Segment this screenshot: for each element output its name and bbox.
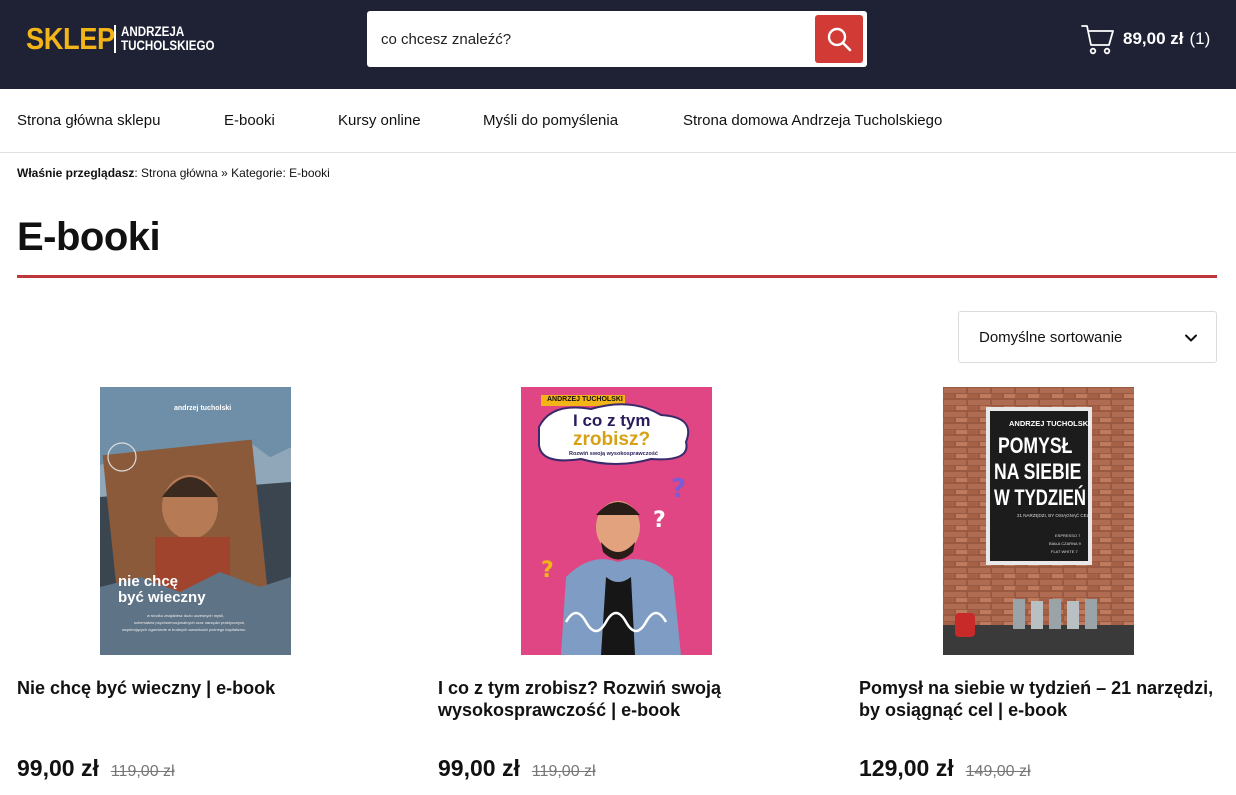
old-price: 119,00 zł — [531, 763, 596, 780]
search-box — [367, 11, 867, 67]
product-title[interactable]: Pomysł na siebie w tydzień – 21 narzędzi… — [859, 677, 1236, 721]
svg-text:?: ? — [671, 474, 686, 504]
cover-blurb-line2: schematów psychoemocjonalnych oraz narzę… — [134, 620, 246, 625]
cover-title-line2: zrobisz? — [573, 429, 651, 450]
nav-item-shop-home[interactable]: Strona główna sklepu — [17, 112, 160, 129]
price-row: 99,00 zł 119,00 zł — [17, 755, 175, 782]
product-cover-image[interactable]: ANDRZEJ TUCHOLSKI POMYSŁ NA SIEBIE W TYD… — [943, 387, 1134, 655]
logo-sub-text: ANDRZEJA TUCHOLSKIEGO — [121, 25, 215, 53]
price-row: 129,00 zł 149,00 zł — [859, 755, 1031, 782]
logo-sub-line1: ANDRZEJA — [121, 24, 185, 39]
svg-text:?: ? — [541, 558, 554, 583]
sort-selected-value: Domyślne sortowanie — [979, 329, 1123, 346]
cover-title-line1: POMYSŁ — [998, 433, 1073, 458]
cover-blurb-line1: w środku znajdziesz dużo uczesnych myśli… — [147, 613, 224, 618]
cover-author: andrzej tucholski — [174, 405, 232, 412]
cover-menu-line2: BIAŁA CZARNA 9 — [1049, 541, 1081, 546]
current-price: 99,00 zł — [438, 755, 520, 781]
chevron-down-icon — [1185, 334, 1197, 342]
logo-sub-line2: TUCHOLSKIEGO — [121, 38, 215, 53]
current-price: 99,00 zł — [17, 755, 99, 781]
breadcrumb-prefix: Właśnie przeglądasz — [17, 166, 135, 180]
cover-subtitle: Rozwiń swoją wysokosprawczość — [569, 451, 658, 457]
page-title: E-booki — [17, 215, 161, 259]
cover-blurb-line3: wspierających ogarnianie w trudnych waru… — [122, 627, 246, 632]
product-title[interactable]: I co z tym zrobisz? Rozwiń swoją wysokos… — [438, 677, 818, 721]
cover-title-line1: nie chcę — [118, 573, 179, 590]
old-price: 119,00 zł — [110, 763, 175, 780]
cover-title-line2: być wieczny — [118, 589, 206, 606]
cover-title-line3: W TYDZIEŃ — [994, 485, 1086, 510]
cover-author: ANDRZEJ TUCHOLSKI — [1009, 419, 1091, 428]
price-row: 99,00 zł 119,00 zł — [438, 755, 596, 782]
cover-title-line1: I co z tym — [573, 411, 651, 430]
cover-menu-line1: ESPRESSO 7 — [1055, 533, 1081, 538]
cover-author: ANDRZEJ TUCHOLSKI — [547, 396, 623, 403]
product-cover-image[interactable]: andrzej tucholski nie chcę być wieczny w… — [100, 387, 291, 655]
search-icon — [827, 27, 852, 52]
store-logo[interactable]: SKLEP ANDRZEJA TUCHOLSKIEGO — [26, 21, 230, 56]
shopping-cart-icon — [1081, 25, 1114, 55]
cart-item-count: (1) — [1189, 29, 1211, 48]
main-navigation: Strona główna sklepu E-booki Kursy onlin… — [0, 89, 1236, 153]
current-price: 129,00 zł — [859, 755, 954, 781]
nav-item-ebooks[interactable]: E-booki — [224, 112, 275, 129]
product-title[interactable]: Nie chcę być wieczny | e-book — [17, 677, 397, 699]
breadcrumb: Właśnie przeglądasz: Strona główna » Kat… — [17, 166, 330, 180]
sort-select[interactable]: Domyślne sortowanie — [958, 311, 1217, 363]
search-button[interactable] — [815, 15, 863, 63]
site-header: SKLEP ANDRZEJA TUCHOLSKIEGO 89,00 zł (1) — [0, 0, 1236, 89]
cover-subtitle: 21 NARZĘDZI, BY OSIĄGNĄĆ CEL — [1017, 513, 1090, 518]
cart-total: 89,00 zł — [1123, 29, 1184, 48]
breadcrumb-path[interactable]: : Strona główna » Kategorie: E-booki — [134, 166, 329, 180]
title-divider — [17, 275, 1217, 278]
cover-menu-line3: FLAT WHITE 7 — [1051, 549, 1078, 554]
old-price: 149,00 zł — [965, 763, 1031, 780]
nav-item-online-courses[interactable]: Kursy online — [338, 112, 421, 129]
search-input[interactable] — [381, 28, 811, 50]
svg-text:?: ? — [653, 508, 666, 533]
cart-button[interactable]: 89,00 zł (1) — [1080, 20, 1210, 58]
product-cover-image[interactable]: ? ? ? ANDRZEJ TUCHOLSKI I co z tym zrobi… — [521, 387, 712, 655]
logo-main-text: SKLEP — [26, 21, 115, 56]
nav-item-author-homepage[interactable]: Strona domowa Andrzeja Tucholskiego — [683, 112, 942, 129]
cover-title-line2: NA SIEBIE — [994, 459, 1082, 484]
nav-item-thoughts[interactable]: Myśli do pomyślenia — [483, 112, 618, 129]
